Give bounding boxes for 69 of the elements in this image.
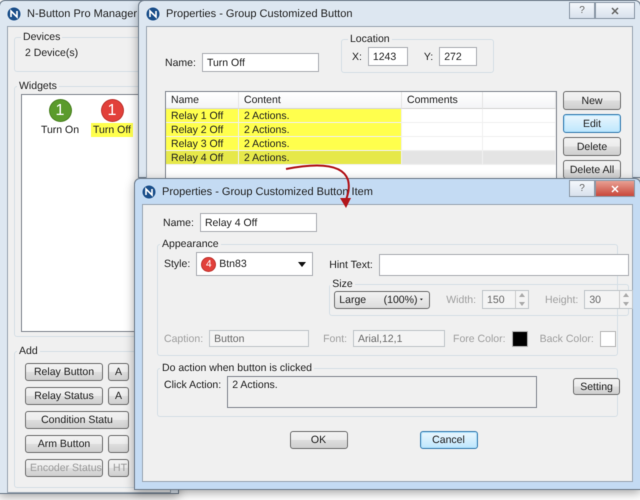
field-label: X: (352, 50, 362, 62)
field-label: Style: (164, 258, 190, 270)
help-button[interactable]: ? (569, 2, 595, 19)
app-logo-icon (7, 6, 21, 20)
y-field[interactable]: 272 (439, 47, 478, 66)
widget-label: Turn On (40, 123, 80, 137)
x-field[interactable]: 1243 (368, 47, 408, 66)
device-count: 2 Device(s) (25, 47, 78, 59)
table-cell[interactable]: 2 Actions. (239, 137, 402, 150)
close-button[interactable] (595, 2, 635, 19)
dialog-button[interactable]: Cancel (420, 431, 478, 449)
help-button[interactable]: ? (569, 180, 595, 197)
close-button[interactable] (595, 180, 635, 197)
field-label: Caption: (164, 332, 204, 344)
column-header[interactable]: Content (239, 92, 402, 109)
table-cell[interactable]: Relay 1 Off (166, 109, 239, 122)
group-label: Add (18, 345, 39, 357)
add-widget-button[interactable]: A (108, 387, 129, 405)
group-label: Do action when button is clicked (161, 362, 313, 374)
group-label: Size (331, 278, 354, 290)
close-icon (611, 184, 619, 192)
close-icon (611, 6, 619, 14)
add-widget-button[interactable]: Relay Status (25, 387, 103, 405)
field-label: Name: (165, 56, 196, 68)
group-label: Devices (22, 31, 62, 43)
field-label: Font: (323, 332, 348, 344)
table-action-button[interactable]: New (563, 91, 621, 110)
hint-text-field[interactable] (378, 254, 629, 276)
widget-icon[interactable]: 1 (100, 99, 124, 122)
table-cell[interactable]: Relay 3 Off (166, 137, 239, 150)
app-logo-icon (142, 184, 156, 198)
column-header[interactable]: Comments (402, 92, 483, 109)
table-cell[interactable]: Relay 4 Off (166, 151, 239, 164)
group-label: Location (348, 33, 391, 45)
table-cell[interactable]: 2 Actions. (239, 123, 402, 136)
field-label: Height: (545, 294, 578, 306)
table-action-button[interactable]: Delete All (563, 160, 621, 179)
field-label: Name: (163, 216, 194, 228)
name-field[interactable]: Turn Off (202, 53, 319, 72)
column-header[interactable]: Name (166, 92, 239, 109)
click-action-field[interactable]: 2 Actions. (227, 376, 538, 408)
name-field[interactable]: Relay 4 Off (200, 213, 317, 232)
table-cell[interactable]: 2 Actions. (239, 151, 402, 164)
table-action-button[interactable]: Delete (563, 137, 621, 156)
add-widget-button[interactable]: Condition Statu (25, 411, 129, 429)
widget-label: Turn Off (91, 123, 133, 137)
field-label: Y: (424, 50, 434, 62)
field-label: Back Color: (540, 332, 594, 344)
caret-icon (298, 262, 306, 266)
table-cell[interactable]: Relay 2 Off (166, 123, 239, 136)
style-dropdown[interactable]: 4 Btn83 (196, 252, 314, 276)
table-cell[interactable]: 2 Actions. (239, 109, 402, 122)
window-title: Properties - Group Customized Button (166, 8, 352, 20)
window-title: N-Button Pro Manager (27, 8, 138, 20)
add-widget-button[interactable]: A (108, 363, 129, 381)
add-widget-button[interactable]: Arm Button (25, 435, 103, 453)
field-label: Hint Text: (329, 259, 373, 271)
add-widget-button[interactable]: Relay Button (25, 363, 103, 381)
setting-button[interactable]: Setting (573, 378, 620, 395)
app-logo-icon (146, 6, 160, 20)
dialog-button[interactable]: OK (290, 431, 348, 449)
table-action-button[interactable]: Edit (563, 114, 621, 133)
add-widget-button[interactable] (108, 435, 129, 453)
group-label: Widgets (18, 80, 58, 92)
field-label: Fore Color: (453, 332, 506, 344)
group-label: Appearance (161, 238, 220, 250)
field-label: Click Action: (164, 379, 222, 391)
field-label: Width: (446, 294, 476, 306)
step-badge: 4 (201, 256, 216, 272)
